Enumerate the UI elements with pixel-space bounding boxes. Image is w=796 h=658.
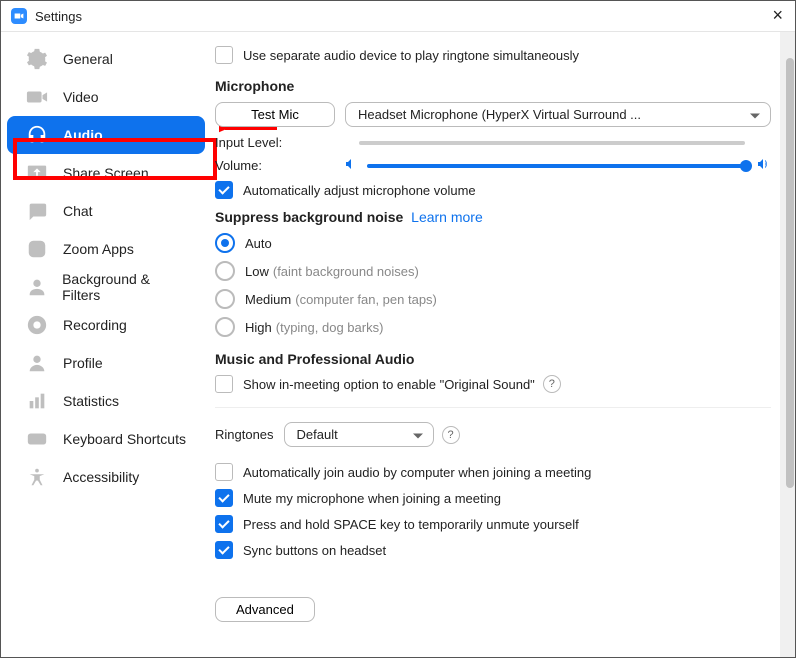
sidebar-label: Zoom Apps [63,241,134,257]
sidebar-item-general[interactable]: General [7,40,205,78]
suppress-option-label: High [245,320,272,335]
sidebar-item-recording[interactable]: Recording [7,306,205,344]
suppress-section-title: Suppress background noise Learn more [215,209,771,225]
auto-adjust-label: Automatically adjust microphone volume [243,183,476,198]
mic-volume-slider[interactable] [367,164,749,168]
suppress-high-radio[interactable] [215,317,235,337]
background-icon [25,275,48,299]
space-unmute-checkbox[interactable] [215,515,233,533]
ringtones-label: Ringtones [215,427,274,442]
suppress-option-hint: (typing, dog barks) [276,320,384,335]
music-section-title: Music and Professional Audio [215,351,771,367]
test-mic-button[interactable]: Test Mic [215,102,335,127]
sidebar-label: Video [63,89,99,105]
speaker-high-icon [757,158,771,173]
chevron-down-icon [413,427,423,442]
gear-icon [25,47,49,71]
mic-device-select[interactable]: Headset Microphone (HyperX Virtual Surro… [345,102,771,127]
sidebar-label: Statistics [63,393,119,409]
headphones-icon [25,123,49,147]
sidebar-item-audio[interactable]: Audio [7,116,205,154]
profile-icon [25,351,49,375]
suppress-option-hint: (computer fan, pen taps) [295,292,437,307]
sidebar-item-zoom-apps[interactable]: Zoom Apps [7,230,205,268]
suppress-option-hint: (faint background noises) [273,264,419,279]
mute-join-label: Mute my microphone when joining a meetin… [243,491,501,506]
chevron-down-icon [750,107,760,122]
advanced-button[interactable]: Advanced [215,597,315,622]
titlebar: Settings × [1,1,795,32]
microphone-section-title: Microphone [215,78,771,94]
input-level-label: Input Level: [215,135,325,150]
mic-device-value: Headset Microphone (HyperX Virtual Surro… [358,107,641,122]
learn-more-link[interactable]: Learn more [411,209,483,225]
apps-icon [25,237,49,261]
sidebar-item-keyboard[interactable]: Keyboard Shortcuts [7,420,205,458]
sidebar-item-video[interactable]: Video [7,78,205,116]
auto-join-checkbox[interactable] [215,463,233,481]
ringtones-select[interactable]: Default [284,422,434,447]
auto-join-label: Automatically join audio by computer whe… [243,465,591,480]
sidebar-label: Chat [63,203,93,219]
close-icon[interactable]: × [772,6,783,24]
sidebar-item-background[interactable]: Background & Filters [7,268,205,306]
chat-icon [25,199,49,223]
sidebar-label: Profile [63,355,103,371]
statistics-icon [25,389,49,413]
separate-audio-label: Use separate audio device to play ringto… [243,48,579,63]
app-icon [11,8,27,24]
separate-audio-checkbox[interactable] [215,46,233,64]
keyboard-icon [25,427,49,451]
sidebar-label: Recording [63,317,127,333]
sidebar: General Video Audio Share Screen Chat Zo… [1,32,211,658]
original-sound-checkbox[interactable] [215,375,233,393]
space-unmute-label: Press and hold SPACE key to temporarily … [243,517,579,532]
help-icon[interactable]: ? [442,426,460,444]
speaker-low-icon [345,158,359,173]
suppress-auto-radio[interactable] [215,233,235,253]
sidebar-label: Audio [63,127,103,143]
suppress-option-label: Low [245,264,269,279]
suppress-option-label: Medium [245,292,291,307]
settings-window: Settings × General Video Audio Share Scr… [0,0,796,658]
sidebar-item-chat[interactable]: Chat [7,192,205,230]
share-screen-icon [25,161,49,185]
suppress-option-label: Auto [245,236,272,251]
video-icon [25,85,49,109]
input-level-meter [359,141,745,145]
sidebar-label: Share Screen [63,165,149,181]
sidebar-label: Background & Filters [62,271,187,303]
sync-headset-checkbox[interactable] [215,541,233,559]
suppress-low-radio[interactable] [215,261,235,281]
mute-join-checkbox[interactable] [215,489,233,507]
sidebar-item-profile[interactable]: Profile [7,344,205,382]
ringtones-value: Default [297,427,338,442]
content-panel: Use separate audio device to play ringto… [211,32,795,658]
sidebar-item-statistics[interactable]: Statistics [7,382,205,420]
divider [215,407,771,408]
accessibility-icon [25,465,49,489]
scrollbar-thumb[interactable] [786,58,794,488]
volume-label: Volume: [215,158,325,173]
sidebar-label: Accessibility [63,469,139,485]
window-title: Settings [35,9,82,24]
original-sound-label: Show in-meeting option to enable "Origin… [243,377,535,392]
suppress-medium-radio[interactable] [215,289,235,309]
sidebar-label: Keyboard Shortcuts [63,431,186,447]
sync-headset-label: Sync buttons on headset [243,543,386,558]
help-icon[interactable]: ? [543,375,561,393]
sidebar-item-share-screen[interactable]: Share Screen [7,154,205,192]
scrollbar-track[interactable] [780,32,795,658]
sidebar-label: General [63,51,113,67]
auto-adjust-checkbox[interactable] [215,181,233,199]
sidebar-item-accessibility[interactable]: Accessibility [7,458,205,496]
recording-icon [25,313,49,337]
